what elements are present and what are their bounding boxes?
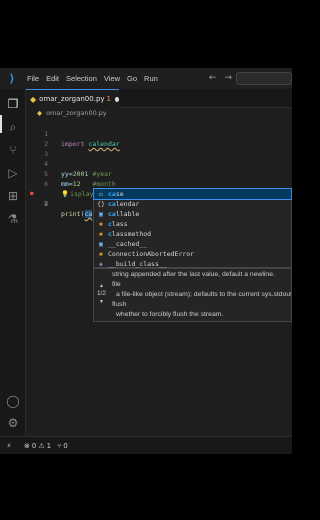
suggestion-item[interactable]: ▭ case [93, 188, 292, 200]
account-icon[interactable]: ◯ [6, 394, 20, 408]
class-icon: ✱ [99, 220, 103, 228]
suggestion-item[interactable]: ✱ ConnectionAbortedError [94, 249, 291, 259]
menu-view[interactable]: View [104, 74, 120, 83]
suggestion-match: ca [108, 210, 116, 218]
keyword-icon: ▭ [99, 190, 103, 198]
code-line: 3 [26, 139, 292, 158]
warning-icon: ⚠ [38, 441, 45, 450]
variable-icon: ▣ [99, 210, 103, 218]
suggestion-widget: ▭ case {} calendar ▣ callable ✱ class ✱ … [93, 188, 292, 268]
function-call: print [61, 210, 81, 218]
activity-bar: ❐ ⌕ ⑂ ▷ ⊞ ⚗ ◯ ⚙ [0, 89, 26, 436]
doc-line: whether to forcibly flush the stream. [116, 311, 224, 318]
suggestion-rest: __build_class__ [108, 260, 167, 268]
unsaved-dot-icon[interactable] [115, 96, 119, 102]
arrow-right-icon[interactable]: → [224, 73, 232, 83]
breadcrumb[interactable]: ◆ omar_zorgan00.py [26, 108, 292, 119]
menu-selection[interactable]: Selection [66, 74, 97, 83]
suggestion-match: ca [108, 190, 116, 198]
suggestion-item[interactable]: ✱ classmethod [94, 229, 291, 239]
suggestion-rest: ConnectionAbortedError [108, 250, 195, 258]
doc-line: a file-like object (stream); defaults to… [116, 291, 292, 298]
menu-run[interactable]: Run [144, 74, 158, 83]
python-file-icon: ◆ [37, 109, 42, 117]
code-line: 6 💡isplay the calendar [26, 169, 292, 198]
code-line: 2 [26, 129, 292, 148]
tab-omar-zorgan00[interactable]: ◆ omar_zorgan00.py 1 [26, 89, 119, 108]
files-icon[interactable]: ❐ [6, 97, 20, 111]
active-indicator [0, 115, 2, 133]
paren: ( [80, 210, 85, 218]
suggestion-docs-panel: ▲ 1/2 ▼ string appended after the last v… [93, 268, 292, 322]
suggestion-item[interactable]: ▣ __cached__ [94, 239, 291, 249]
suggestion-rest: lass [111, 220, 128, 228]
variable-icon: ▣ [99, 240, 103, 248]
breadcrumb-file[interactable]: omar_zorgan00.py [46, 109, 107, 117]
class-icon: ✱ [99, 230, 103, 238]
vscode-logo-icon: ⟩ [9, 71, 15, 85]
gear-icon[interactable]: ⚙ [6, 416, 20, 430]
suggestion-item[interactable]: {} calendar [94, 199, 291, 209]
suggestion-rest: lendar [115, 200, 140, 208]
error-count: 0 [31, 441, 37, 450]
suggestion-rest: llable [115, 210, 140, 218]
tab-problem-count: 1 [106, 95, 111, 103]
title-bar: ⟩ File Edit Selection View Go Run ← → [0, 68, 292, 89]
command-center-search[interactable] [236, 72, 292, 85]
code-line: 4 yy=2001 #year [26, 149, 292, 178]
editor-tabs: ◆ omar_zorgan00.py 1 [26, 89, 292, 108]
run-debug-icon[interactable]: ▷ [6, 166, 20, 180]
python-file-icon: ◆ [30, 94, 37, 104]
doc-line: file [112, 281, 121, 288]
suggestion-match: ca [108, 200, 116, 208]
warning-count: 1 [46, 441, 52, 450]
nav-arrows: ← → [209, 73, 232, 83]
extensions-icon[interactable]: ⊞ [6, 189, 20, 203]
arrow-left-icon[interactable]: ← [209, 73, 217, 83]
menu-file[interactable]: File [27, 74, 39, 83]
ports-status[interactable]: ⑂ 0 [57, 442, 68, 450]
error-icon: ⊗ [24, 441, 30, 450]
module-icon: {} [97, 200, 105, 208]
menu-edit[interactable]: Edit [46, 74, 59, 83]
class-icon: ✱ [99, 250, 103, 258]
flask-icon[interactable]: ⚗ [6, 212, 20, 226]
menu-go[interactable]: Go [127, 74, 137, 83]
code-line: 5 mm=12 #month [26, 159, 292, 188]
suggestion-rest: __cached__ [108, 240, 148, 248]
ports-icon: ⑂ [57, 441, 62, 450]
suggestion-item[interactable]: ✱ class [94, 219, 291, 229]
problems-status[interactable]: ⊗ 0 ⚠ 1 [24, 442, 51, 450]
suggestion-rest: se [115, 190, 124, 198]
chevron-down-icon[interactable]: ▼ [99, 299, 104, 305]
remote-icon[interactable]: ⚡ [0, 442, 18, 450]
source-control-icon[interactable]: ⑂ [6, 143, 20, 157]
ports-count: 0 [63, 441, 68, 450]
line-number: 8 [44, 200, 48, 208]
doc-line: flush [112, 301, 127, 308]
doc-line: string appended after the last value, de… [112, 271, 275, 278]
suggestion-item[interactable]: ▣ callable [94, 209, 291, 219]
code-line: 1 import calendar [26, 119, 292, 148]
typed-text: ca [84, 210, 93, 218]
chevron-up-icon[interactable]: ▲ [99, 283, 104, 289]
tab-label: omar_zorgan00.py [39, 95, 105, 103]
suggestion-rest: lassmethod [111, 230, 152, 238]
status-bar: ⚡ ⊗ 0 ⚠ 1 ⑂ 0 [0, 436, 292, 454]
search-icon[interactable]: ⌕ [6, 120, 20, 134]
signature-page: 1/2 [97, 290, 107, 297]
